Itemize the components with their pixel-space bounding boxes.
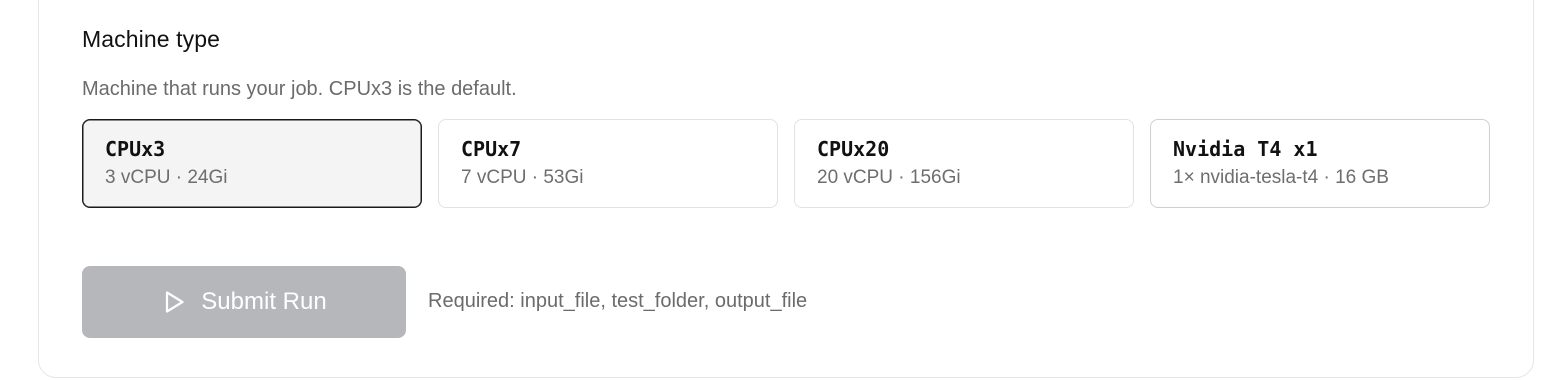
machine-option-spec: 1× nvidia-tesla-t4 · 16 GB — [1173, 167, 1389, 188]
section-title: Machine type — [82, 26, 220, 52]
submit-run-button[interactable]: Submit Run — [82, 266, 406, 338]
machine-option-name: CPUx20 — [817, 137, 890, 161]
submit-run-label: Submit Run — [201, 288, 327, 315]
machine-option-spec: 20 vCPU · 156Gi — [817, 167, 961, 188]
machine-option-name: Nvidia T4 x1 — [1173, 137, 1318, 161]
machine-type-options: CPUx3 3 vCPU · 24Gi CPUx7 7 vCPU · 53Gi … — [82, 119, 1490, 208]
play-icon — [161, 289, 187, 315]
section-description: Machine that runs your job. CPUx3 is the… — [82, 78, 517, 100]
machine-option-cpux7[interactable]: CPUx7 7 vCPU · 53Gi — [438, 119, 778, 208]
machine-option-spec: 3 vCPU · 24Gi — [105, 167, 228, 188]
machine-option-name: CPUx7 — [461, 137, 522, 161]
machine-option-nvidia-t4[interactable]: Nvidia T4 x1 1× nvidia-tesla-t4 · 16 GB — [1150, 119, 1490, 208]
machine-option-cpux3[interactable]: CPUx3 3 vCPU · 24Gi — [82, 119, 422, 208]
required-fields-note: Required: input_file, test_folder, outpu… — [428, 290, 808, 312]
machine-option-name: CPUx3 — [105, 137, 166, 161]
machine-option-spec: 7 vCPU · 53Gi — [461, 167, 584, 188]
machine-option-cpux20[interactable]: CPUx20 20 vCPU · 156Gi — [794, 119, 1134, 208]
